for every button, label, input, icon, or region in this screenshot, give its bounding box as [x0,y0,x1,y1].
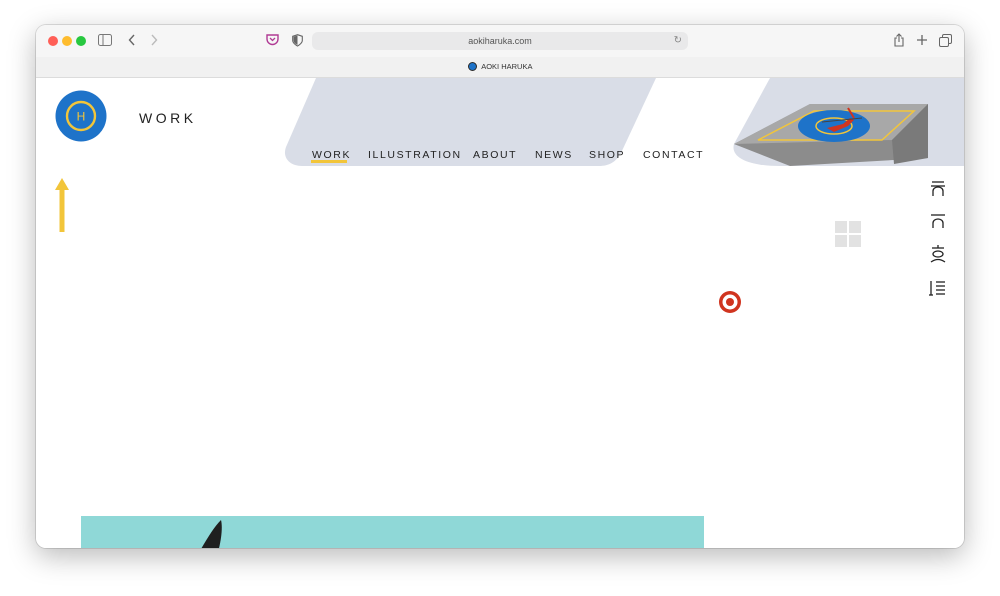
reload-icon[interactable]: ↻ [674,32,682,50]
side-glyph-3-icon[interactable] [927,244,949,264]
helipad-illustration [733,78,964,166]
nav-about[interactable]: ABOUT [473,149,517,161]
sidebar-icon[interactable] [98,34,112,46]
tab-active[interactable]: AOKI HARUKA [467,57,533,77]
maximize-window-button[interactable] [76,36,86,46]
address-bar[interactable]: aokiharuka.com ↻ [312,32,688,50]
page-content: H WORK WORK ILLUSTRATION ABOUT NEWS SHOP… [36,78,964,548]
site-logo[interactable]: H [55,90,107,142]
new-tab-icon[interactable] [916,34,928,46]
side-glyph-1-icon[interactable] [927,179,949,197]
side-glyph-4-icon[interactable] [927,279,949,297]
privacy-shield-icon[interactable] [292,34,303,47]
tab-title: AOKI HARUKA [481,62,533,71]
logo-letter: H [77,110,86,124]
nav-illustration[interactable]: ILLUSTRATION [368,149,462,161]
site-favicon [467,62,477,71]
nav-active-underline [311,160,347,163]
tabs-overview-icon[interactable] [939,34,952,47]
url-text: aokiharuka.com [468,36,532,46]
share-icon[interactable] [893,33,905,47]
target-cursor-icon [719,291,741,313]
nav-news[interactable]: NEWS [535,149,573,161]
forward-icon[interactable] [150,34,158,46]
browser-window: aokiharuka.com ↻ AOKI HARUKA H WORK WORK… [36,25,964,548]
browser-toolbar: aokiharuka.com ↻ [36,25,964,57]
work-thumbnail-art [201,520,222,548]
close-window-button[interactable] [48,36,58,46]
work-thumbnail-image[interactable] [81,516,704,548]
grid-view-icon[interactable] [835,221,861,247]
pocket-icon[interactable] [266,34,279,46]
back-icon[interactable] [128,34,136,46]
minimize-window-button[interactable] [62,36,72,46]
nav-contact[interactable]: CONTACT [643,149,704,161]
page-title: WORK [139,110,197,126]
side-glyph-2-icon[interactable] [927,212,949,230]
scroll-up-arrow-icon[interactable] [54,178,70,232]
tab-bar: AOKI HARUKA [36,57,964,78]
nav-shop[interactable]: SHOP [589,149,625,161]
